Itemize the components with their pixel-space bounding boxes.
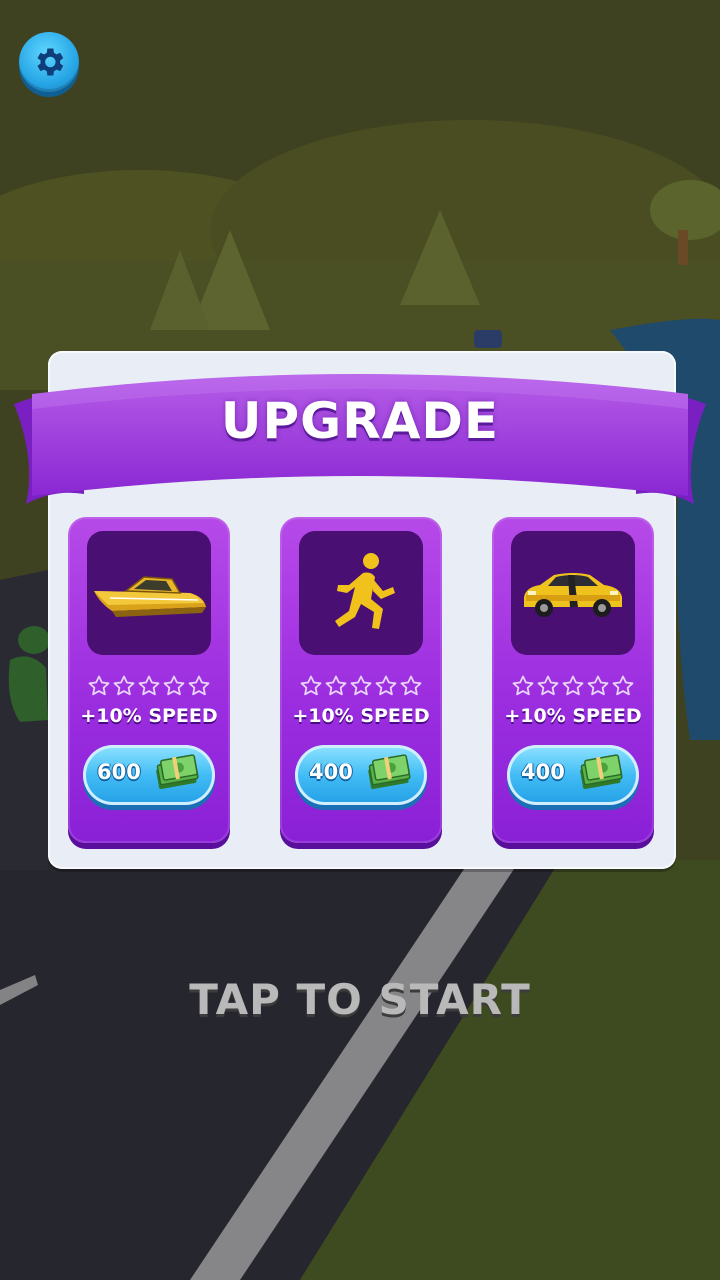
star-rating <box>68 673 230 701</box>
item-icon-box <box>511 531 635 655</box>
cash-stack-icon <box>153 754 200 791</box>
settings-button[interactable] <box>19 32 79 92</box>
upgrade-card-boat[interactable]: +10% SPEED 600 <box>68 517 230 843</box>
tap-to-start-prompt[interactable]: TAP TO START <box>0 975 720 1024</box>
buy-boat-upgrade-button[interactable]: 600 <box>83 745 215 805</box>
upgrade-effect-label: +10% SPEED <box>292 705 430 727</box>
upgrade-card-car[interactable]: +10% SPEED 400 <box>492 517 654 843</box>
sports-car-icon <box>524 573 622 617</box>
star-rating <box>280 673 442 701</box>
price-label: 400 <box>309 760 353 784</box>
star-rating <box>492 673 654 701</box>
price-label: 400 <box>521 760 565 784</box>
speedboat-icon <box>94 576 206 617</box>
upgrade-effect-label: +10% SPEED <box>80 705 218 727</box>
cash-stack-icon <box>365 754 412 791</box>
item-icon-box <box>299 531 423 655</box>
upgrade-effect-label: +10% SPEED <box>504 705 642 727</box>
empty-stars-icon <box>512 675 633 696</box>
upgrade-title: UPGRADE <box>220 392 500 450</box>
buy-car-upgrade-button[interactable]: 400 <box>507 745 639 805</box>
cash-stack-icon <box>577 754 624 791</box>
empty-stars-icon <box>300 675 421 696</box>
upgrade-card-runner[interactable]: +10% SPEED 400 <box>280 517 442 843</box>
gear-icon <box>37 48 64 76</box>
running-man-icon <box>335 553 395 629</box>
item-icon-box <box>87 531 211 655</box>
empty-stars-icon <box>88 675 209 696</box>
buy-runner-upgrade-button[interactable]: 400 <box>295 745 427 805</box>
price-label: 600 <box>97 760 141 784</box>
